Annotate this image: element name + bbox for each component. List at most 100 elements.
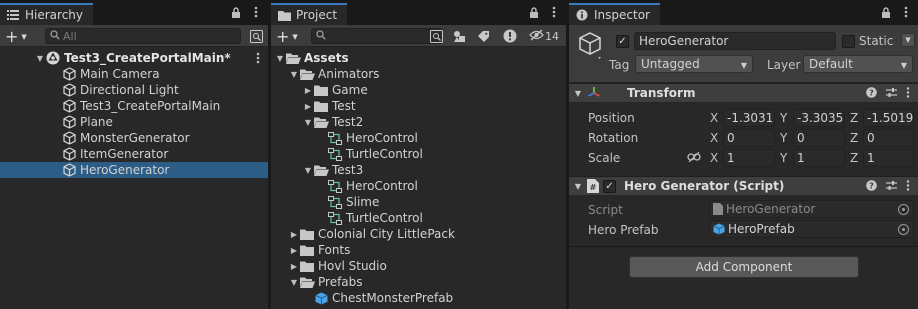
rotation-y-label[interactable]: Y — [780, 131, 787, 145]
expand-arrow-icon[interactable]: ▼ — [569, 182, 587, 191]
scale-y-field[interactable]: 1 — [793, 149, 845, 167]
position-y-label[interactable]: Y — [780, 111, 787, 125]
static-checkbox[interactable] — [842, 35, 855, 48]
project-item[interactable]: HeroControl — [271, 178, 566, 194]
expand-arrow-icon[interactable]: ▼ — [35, 50, 45, 66]
rotation-x-label[interactable]: X — [710, 131, 718, 145]
hierarchy-search[interactable] — [45, 28, 241, 44]
script-enabled-checkbox[interactable]: ✓ — [603, 179, 616, 193]
scene-row[interactable]: ▼ Test3_CreatePortalMain* — [0, 50, 268, 66]
kebab-menu-icon[interactable] — [906, 180, 910, 194]
project-item[interactable]: TurtleControl — [271, 210, 566, 226]
expand-arrow-icon[interactable]: ▼ — [289, 274, 299, 290]
position-x-field[interactable]: -1.3031 — [723, 109, 775, 127]
project-item[interactable]: ▼ Test3 — [271, 162, 566, 178]
project-search-input[interactable] — [329, 29, 442, 43]
project-item[interactable]: ▶ Hovl Studio — [271, 258, 566, 274]
hero-prefab-field[interactable]: HeroPrefab — [709, 220, 914, 238]
filter-by-type-icon[interactable] — [451, 28, 467, 44]
tab-hierarchy[interactable]: Hierarchy — [0, 3, 94, 25]
object-picker-icon[interactable] — [898, 224, 909, 235]
rotation-x-field[interactable]: 0 — [723, 129, 775, 147]
filter-by-label-icon[interactable] — [475, 28, 491, 44]
collapse-arrow-icon[interactable]: ▶ — [303, 82, 313, 98]
project-item[interactable]: ChestMonsterPrefab — [271, 290, 566, 306]
create-button[interactable]: + ▼ — [5, 27, 33, 46]
expand-arrow-icon[interactable]: ▼ — [303, 114, 313, 130]
static-dropdown-button[interactable]: ▼ — [901, 33, 915, 47]
constrain-proportions-icon[interactable] — [687, 151, 701, 166]
gameobject-cube-icon — [61, 114, 77, 130]
scale-x-field[interactable]: 1 — [723, 149, 775, 167]
preset-icon[interactable] — [886, 180, 897, 194]
expand-arrow-icon[interactable]: ▼ — [289, 66, 299, 82]
hierarchy-item[interactable]: Plane — [0, 114, 268, 130]
warning-filter-icon[interactable] — [502, 28, 518, 44]
transform-header[interactable]: ▼ Transform ? — [569, 83, 918, 103]
lock-icon[interactable] — [880, 6, 892, 18]
project-item[interactable]: ▶ Game — [271, 82, 566, 98]
rotation-z-label[interactable]: Z — [850, 131, 858, 145]
project-item[interactable]: HeroControl — [271, 130, 566, 146]
rotation-z-field[interactable]: 0 — [863, 129, 914, 147]
project-item[interactable]: ▼ Test2 — [271, 114, 566, 130]
lock-icon[interactable] — [230, 6, 242, 18]
collapse-arrow-icon[interactable]: ▶ — [289, 258, 299, 274]
scene-menu-icon[interactable] — [256, 50, 260, 66]
hierarchy-item[interactable]: Directional Light — [0, 82, 268, 98]
position-x-label[interactable]: X — [710, 111, 718, 125]
hierarchy-search-input[interactable] — [63, 29, 240, 43]
scale-z-label[interactable]: Z — [850, 151, 858, 165]
hierarchy-item[interactable]: Main Camera — [0, 66, 268, 82]
position-z-field[interactable]: -1.5019 — [863, 109, 914, 127]
lock-icon[interactable] — [528, 6, 540, 18]
layer-dropdown[interactable]: Default ▼ — [803, 55, 913, 73]
project-item[interactable]: ▼ Prefabs — [271, 274, 566, 290]
project-item[interactable]: ▼ Animators — [271, 66, 566, 82]
kebab-menu-icon[interactable] — [250, 6, 262, 18]
collapse-arrow-icon[interactable]: ▶ — [289, 242, 299, 258]
expand-arrow-icon[interactable]: ▼ — [303, 162, 313, 178]
active-checkbox[interactable]: ✓ — [616, 35, 629, 48]
preset-icon[interactable] — [886, 87, 897, 101]
project-item[interactable]: Slime — [271, 194, 566, 210]
project-item[interactable]: ▼ Assets — [271, 50, 566, 66]
scene-search-icon[interactable] — [248, 28, 264, 44]
position-z-label[interactable]: Z — [850, 111, 858, 125]
project-item[interactable]: ▶ Test — [271, 98, 566, 114]
tag-dropdown[interactable]: Untagged ▼ — [635, 55, 753, 73]
scale-z-field[interactable]: 1 — [863, 149, 914, 167]
expand-arrow-icon[interactable]: ▼ — [569, 89, 587, 98]
rotation-y-field[interactable]: 0 — [793, 129, 845, 147]
collapse-arrow-icon[interactable]: ▶ — [289, 226, 299, 242]
scale-x-label[interactable]: X — [710, 151, 718, 165]
hidden-packages-toggle[interactable]: 14 — [529, 28, 563, 44]
help-icon[interactable]: ? — [866, 87, 877, 101]
tab-inspector[interactable]: Inspector — [569, 3, 660, 25]
hierarchy-item[interactable]: ItemGenerator — [0, 146, 268, 162]
scale-y-label[interactable]: Y — [780, 151, 787, 165]
object-name-field[interactable]: HeroGenerator — [634, 32, 836, 50]
kebab-menu-icon[interactable] — [900, 6, 912, 18]
collapse-arrow-icon[interactable]: ▶ — [303, 98, 313, 114]
add-component-button[interactable]: Add Component — [629, 256, 859, 278]
tab-project[interactable]: Project — [271, 3, 348, 25]
hierarchy-item[interactable]: Test3_CreatePortalMain — [0, 98, 268, 114]
create-asset-button[interactable]: + ▼ — [276, 27, 304, 46]
project-item[interactable]: ▶ Fonts — [271, 242, 566, 258]
hierarchy-item[interactable]: MonsterGenerator — [0, 130, 268, 146]
project-item[interactable]: TurtleControl — [271, 146, 566, 162]
script-field[interactable]: HeroGenerator — [709, 200, 914, 218]
project-search[interactable] — [311, 28, 443, 44]
help-icon[interactable]: ? — [866, 180, 877, 194]
kebab-menu-icon[interactable] — [548, 6, 560, 18]
search-mode-icon[interactable] — [428, 28, 444, 44]
gameobject-cube-icon[interactable] — [577, 31, 603, 59]
hierarchy-item[interactable]: HeroGenerator — [0, 162, 268, 178]
position-y-field[interactable]: -3.3035 — [793, 109, 845, 127]
object-picker-icon[interactable] — [898, 204, 909, 215]
expand-arrow-icon[interactable]: ▼ — [275, 50, 285, 66]
project-item[interactable]: ▶ Colonial City LittlePack — [271, 226, 566, 242]
script-component-header[interactable]: ▼ # ✓ Hero Generator (Script) ? — [569, 176, 918, 196]
kebab-menu-icon[interactable] — [906, 87, 910, 101]
